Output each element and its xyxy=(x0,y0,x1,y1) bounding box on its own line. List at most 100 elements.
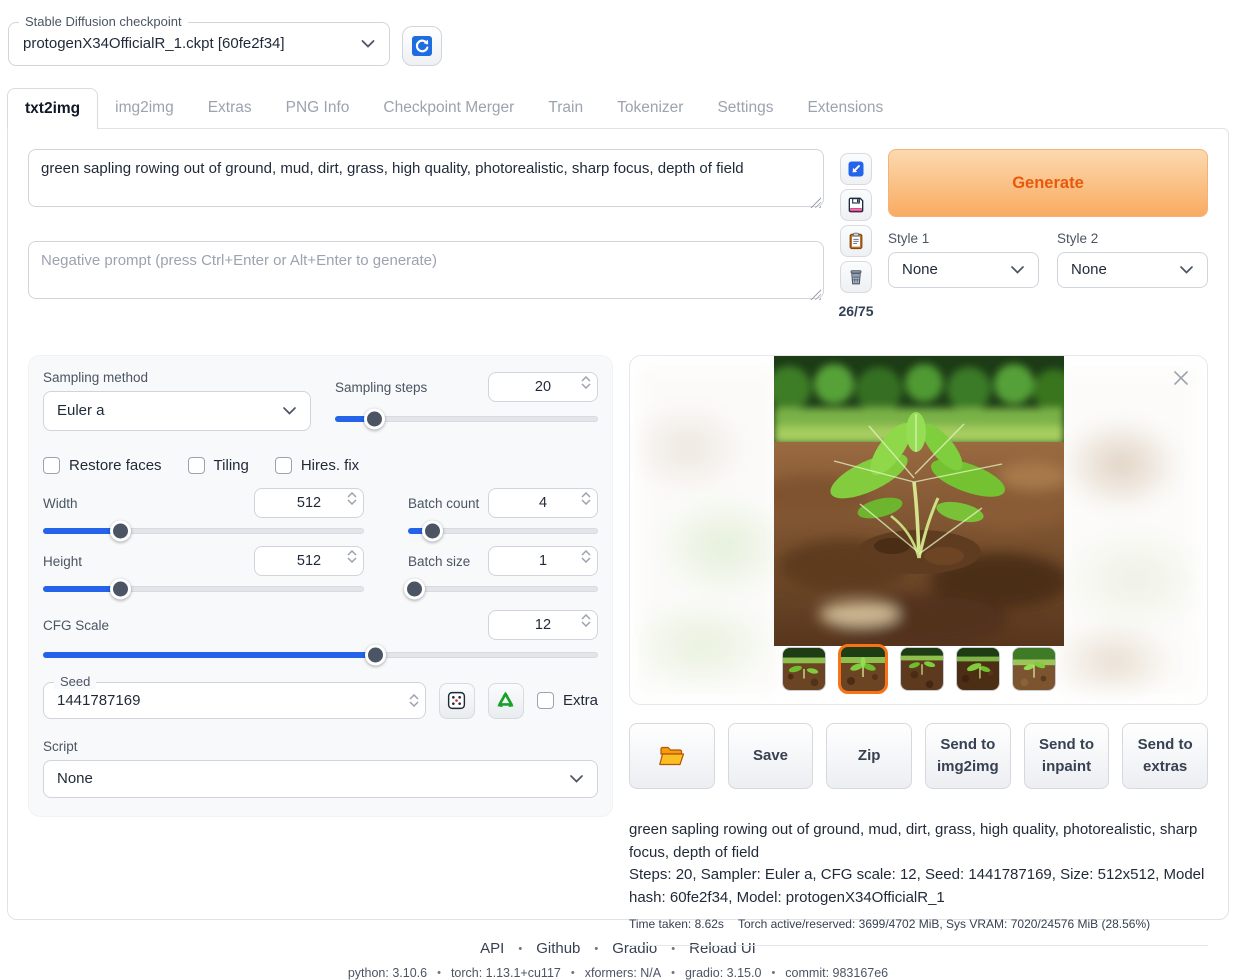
batch-count-slider[interactable] xyxy=(408,528,598,534)
folder-icon xyxy=(659,745,685,767)
sampling-method-dropdown[interactable]: Euler a xyxy=(43,391,311,431)
tab-settings[interactable]: Settings xyxy=(700,88,790,128)
gallery-thumbnail[interactable] xyxy=(900,647,944,691)
version-torch: torch: 1.13.1+cu117 xyxy=(451,966,561,980)
stepper-arrows[interactable] xyxy=(581,376,591,389)
seed-label: Seed xyxy=(54,674,96,689)
restore-faces-checkbox[interactable]: Restore faces xyxy=(43,457,162,474)
save-style-button[interactable] xyxy=(840,189,872,221)
width-slider[interactable] xyxy=(43,528,364,534)
generation-info: green sapling rowing out of ground, mud,… xyxy=(629,819,1208,946)
apply-style-button[interactable] xyxy=(840,225,872,257)
separator-dot: • xyxy=(437,967,441,979)
stepper-arrows[interactable] xyxy=(347,492,357,505)
reuse-seed-button[interactable] xyxy=(488,683,524,719)
send-to-img2img-button[interactable]: Send to img2img xyxy=(925,723,1011,789)
gallery-thumbnail[interactable] xyxy=(838,644,888,694)
close-gallery-button[interactable] xyxy=(1167,364,1195,392)
gallery-thumbnail[interactable] xyxy=(1012,647,1056,691)
tab-tokenizer[interactable]: Tokenizer xyxy=(600,88,700,128)
sampling-steps-label: Sampling steps xyxy=(335,380,427,395)
slider-handle[interactable] xyxy=(110,579,131,600)
sampling-method-label: Sampling method xyxy=(43,370,311,385)
footer: API • Github • Gradio • Reload UI python… xyxy=(0,940,1236,980)
stepper-arrows[interactable] xyxy=(581,492,591,505)
gallery-thumbnail[interactable] xyxy=(956,647,1000,691)
tab-txt2img[interactable]: txt2img xyxy=(7,88,98,129)
sampling-method-value: Euler a xyxy=(44,392,310,430)
slider-handle[interactable] xyxy=(365,645,386,666)
tab-train[interactable]: Train xyxy=(531,88,600,128)
refresh-checkpoints-button[interactable] xyxy=(402,26,442,66)
cfg-scale-input[interactable]: 12 xyxy=(488,610,598,640)
style1-dropdown[interactable]: None xyxy=(888,252,1039,288)
sampling-steps-input[interactable]: 20 xyxy=(488,372,598,402)
separator-dot: • xyxy=(571,967,575,979)
tab-png-info[interactable]: PNG Info xyxy=(269,88,367,128)
width-label: Width xyxy=(43,496,78,511)
checkpoint-dropdown[interactable]: Stable Diffusion checkpoint protogenX34O… xyxy=(8,22,390,66)
chevron-down-icon xyxy=(1011,266,1024,274)
clear-prompt-icon xyxy=(846,267,866,287)
checkbox-box[interactable] xyxy=(275,457,292,474)
checkbox-box[interactable] xyxy=(188,457,205,474)
checkpoint-value: protogenX34OfficialR_1.ckpt [60fe2f34] xyxy=(9,23,389,65)
reuse-seed-icon xyxy=(495,690,516,711)
slider-handle[interactable] xyxy=(422,521,443,542)
sampling-steps-slider[interactable] xyxy=(335,416,598,422)
send-to-inpaint-button[interactable]: Send to inpaint xyxy=(1024,723,1110,789)
script-dropdown[interactable]: None xyxy=(43,760,598,798)
slider-handle[interactable] xyxy=(110,521,131,542)
save-button[interactable]: Save xyxy=(728,723,814,789)
header: Stable Diffusion checkpoint protogenX34O… xyxy=(0,0,1236,66)
style2-dropdown[interactable]: None xyxy=(1057,252,1208,288)
tiling-label: Tiling xyxy=(214,457,249,474)
batch-size-label: Batch size xyxy=(408,554,470,569)
negative-prompt-input[interactable] xyxy=(28,241,824,299)
result-gallery xyxy=(629,355,1208,705)
output-panel: Save Zip Send to img2img Send to inpaint… xyxy=(629,355,1208,946)
gallery-thumbnails xyxy=(630,644,1207,694)
tab-img2img[interactable]: img2img xyxy=(98,88,191,128)
style2-label: Style 2 xyxy=(1057,231,1208,246)
stepper-arrows[interactable] xyxy=(581,614,591,627)
refresh-icon xyxy=(411,35,433,57)
generate-button[interactable]: Generate xyxy=(888,149,1208,217)
random-seed-button[interactable] xyxy=(439,683,475,719)
slider-handle[interactable] xyxy=(404,579,425,600)
generated-image[interactable] xyxy=(774,356,1064,646)
open-folder-button[interactable] xyxy=(629,723,715,789)
clear-prompt-button[interactable] xyxy=(840,261,872,293)
generation-settings-panel: Sampling method Euler a Sampling steps 2… xyxy=(28,355,613,817)
tab-checkpoint-merger[interactable]: Checkpoint Merger xyxy=(366,88,531,128)
tab-extras[interactable]: Extras xyxy=(191,88,269,128)
separator-dot: • xyxy=(771,967,775,979)
paste-params-button[interactable] xyxy=(840,153,872,185)
tab-extensions[interactable]: Extensions xyxy=(790,88,900,128)
checkbox-box[interactable] xyxy=(43,457,60,474)
chevron-down-icon xyxy=(283,407,296,415)
send-to-extras-button[interactable]: Send to extras xyxy=(1122,723,1208,789)
hires-fix-checkbox[interactable]: Hires. fix xyxy=(275,457,359,474)
version-python: python: 3.10.6 xyxy=(348,966,427,980)
height-slider[interactable] xyxy=(43,586,364,592)
checkbox-box[interactable] xyxy=(537,692,554,709)
cfg-scale-slider[interactable] xyxy=(43,652,598,658)
batch-size-slider[interactable] xyxy=(408,586,598,592)
height-input[interactable]: 512 xyxy=(254,546,364,576)
stepper-arrows[interactable] xyxy=(347,550,357,563)
batch-count-input[interactable]: 4 xyxy=(488,488,598,518)
stepper-arrows[interactable] xyxy=(581,550,591,563)
stepper-arrows[interactable] xyxy=(409,694,419,707)
tiling-checkbox[interactable]: Tiling xyxy=(188,457,249,474)
width-input[interactable]: 512 xyxy=(254,488,364,518)
slider-handle[interactable] xyxy=(364,409,385,430)
zip-button[interactable]: Zip xyxy=(826,723,912,789)
prompt-input[interactable]: green sapling rowing out of ground, mud,… xyxy=(28,149,824,207)
version-commit: commit: 983167e6 xyxy=(785,966,888,980)
seed-input[interactable]: Seed 1441787169 xyxy=(43,682,426,719)
gallery-thumbnail[interactable] xyxy=(782,647,826,691)
batch-size-input[interactable]: 1 xyxy=(488,546,598,576)
extra-seed-checkbox[interactable]: Extra xyxy=(537,692,598,709)
seed-value: 1441787169 xyxy=(44,683,425,718)
